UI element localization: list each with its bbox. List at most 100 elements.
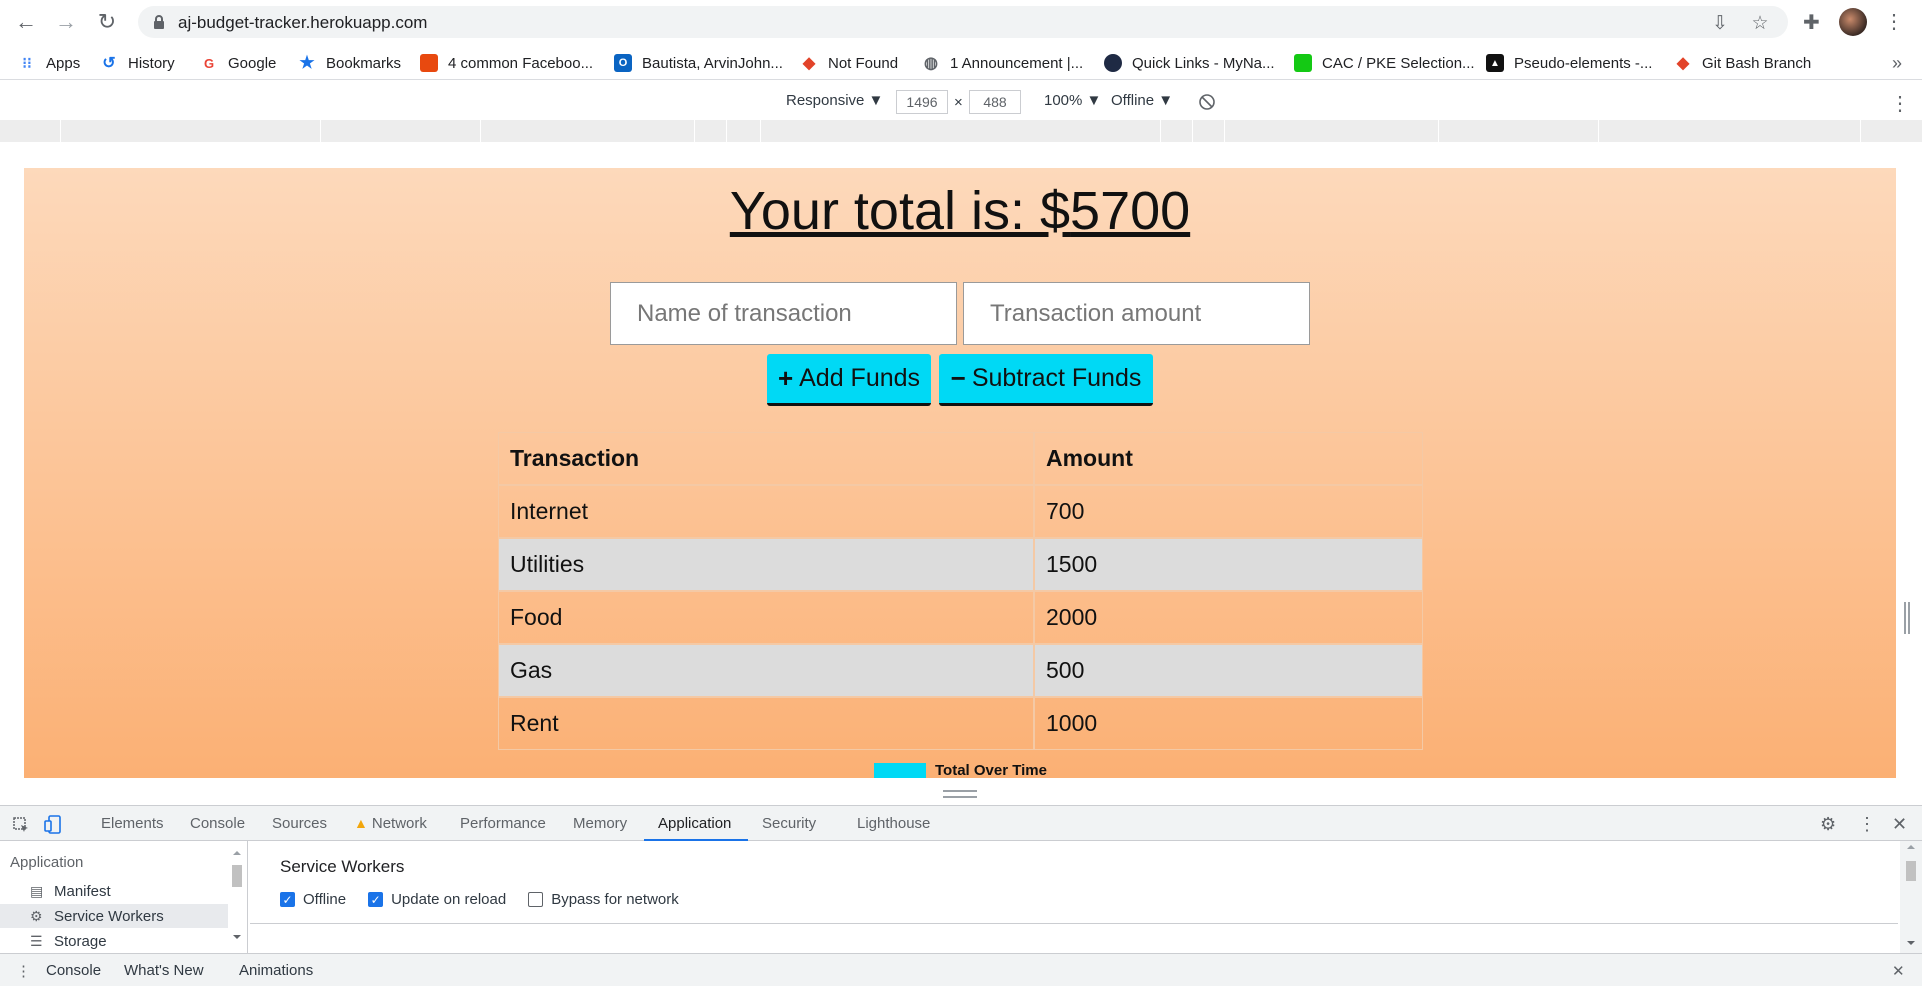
- transaction-name-cell: Internet: [498, 485, 1034, 538]
- subtract-funds-button[interactable]: − Subtract Funds: [939, 354, 1153, 406]
- drawer-menu-icon[interactable]: ⋮: [16, 962, 31, 980]
- bookmark-label: 4 common Faceboo...: [448, 54, 594, 72]
- update-on-reload-option[interactable]: ✓ Update on reload: [368, 891, 506, 908]
- sidebar-heading: Application: [10, 854, 84, 871]
- transaction-name-cell: Gas: [498, 644, 1034, 697]
- bookmark-label: Google: [228, 54, 277, 72]
- viewport-height-resize-handle[interactable]: [943, 790, 977, 798]
- bookmark-label: History: [128, 54, 175, 72]
- tab-console[interactable]: Console: [190, 815, 245, 832]
- sidebar-item-label: Service Workers: [54, 907, 164, 925]
- bookmarks-bar: ⁝⁝ Apps ↺ History G Google ★ Bookmarks 4…: [0, 44, 1922, 80]
- sidebar-item-label: Manifest: [54, 882, 111, 900]
- tab-lighthouse[interactable]: Lighthouse: [857, 815, 930, 832]
- tab-performance[interactable]: Performance: [460, 815, 546, 832]
- bookmark-star-icon[interactable]: ☆: [1750, 13, 1770, 34]
- bookmark-quick-links[interactable]: Quick Links - MyNa...: [1104, 52, 1275, 74]
- drawer-tab-console[interactable]: Console: [46, 962, 101, 979]
- browser-menu-icon[interactable]: ⋮: [1884, 9, 1904, 34]
- apps-grid-icon: ⁝⁝: [22, 55, 32, 72]
- media-query-ruler[interactable]: [0, 120, 1922, 142]
- tab-network[interactable]: ▲ Network: [354, 815, 427, 832]
- globe-icon: ◍: [924, 55, 938, 72]
- offline-checkbox[interactable]: ✓: [280, 892, 295, 907]
- bypass-for-network-option[interactable]: Bypass for network: [528, 891, 679, 908]
- offline-label: Offline: [303, 891, 347, 908]
- bookmark-google[interactable]: G Google: [200, 52, 276, 74]
- tab-security[interactable]: Security: [762, 815, 816, 832]
- bookmark-git-bash[interactable]: ◆ Git Bash Branch: [1674, 52, 1811, 74]
- table-row: Utilities 1500: [498, 538, 1423, 591]
- star-icon: ★: [299, 53, 315, 72]
- offline-option[interactable]: ✓ Offline: [280, 891, 346, 908]
- total-label: Your total is: $: [729, 181, 1071, 241]
- reload-icon[interactable]: ↻: [93, 8, 121, 36]
- drawer-tab-animations[interactable]: Animations: [239, 962, 313, 979]
- total-value: 5700: [1070, 181, 1191, 241]
- database-icon: ☰: [30, 932, 43, 949]
- more-bookmarks-button[interactable]: »: [1892, 53, 1902, 74]
- chart-legend[interactable]: Total Over Time: [874, 762, 1047, 778]
- device-toggle-icon[interactable]: [44, 815, 62, 835]
- extensions-icon[interactable]: ✚: [1803, 10, 1820, 35]
- sidebar-item-storage[interactable]: ☰ Storage: [0, 929, 228, 953]
- bookmark-label: Bautista, ArvinJohn...: [642, 54, 783, 72]
- tab-elements[interactable]: Elements: [101, 815, 164, 832]
- browser-toolbar: ← → ↻ aj-budget-tracker.herokuapp.com ⇩ …: [0, 0, 1922, 44]
- inspect-element-icon[interactable]: [12, 816, 30, 834]
- viewport-width-input[interactable]: 1496: [896, 90, 948, 114]
- service-workers-title: Service Workers: [280, 857, 405, 876]
- profile-avatar[interactable]: [1839, 8, 1867, 36]
- bookmark-apps[interactable]: ⁝⁝ Apps: [18, 52, 80, 74]
- transaction-amount-cell: 1500: [1034, 538, 1423, 591]
- devtools-menu-icon[interactable]: ⋮: [1858, 814, 1876, 835]
- bookmark-not-found[interactable]: ◆ Not Found: [800, 52, 898, 74]
- sidebar-item-service-workers[interactable]: ⚙ Service Workers: [0, 904, 228, 928]
- bookmark-bookmarks[interactable]: ★ Bookmarks: [298, 52, 401, 74]
- panel-scrollbar[interactable]: [1900, 841, 1922, 953]
- bookmark-label: Not Found: [828, 54, 899, 72]
- tab-memory[interactable]: Memory: [573, 815, 627, 832]
- transaction-name-input[interactable]: [610, 282, 957, 345]
- devtools-panel: Application ▤ Manifest ⚙ Service Workers…: [0, 841, 1922, 953]
- forward-icon[interactable]: →: [52, 8, 80, 36]
- gitlab-icon: ◆: [1676, 55, 1690, 72]
- transaction-name-cell: Utilities: [498, 538, 1034, 591]
- table-row: Food 2000: [498, 591, 1423, 644]
- device-mode-select[interactable]: Responsive ▼: [786, 92, 883, 109]
- drawer-tab-whats-new[interactable]: What's New: [124, 962, 204, 979]
- throttle-select[interactable]: Offline ▼: [1111, 92, 1173, 109]
- transaction-amount-cell: 500: [1034, 644, 1423, 697]
- bookmark-label: Pseudo-elements -...: [1514, 54, 1653, 72]
- settings-gear-icon[interactable]: ⚙: [1820, 814, 1836, 835]
- sidebar-scrollbar[interactable]: [230, 847, 244, 943]
- rotate-icon[interactable]: [1198, 93, 1216, 111]
- bookmark-cac[interactable]: CAC / PKE Selection...: [1294, 52, 1475, 74]
- device-toolbar: Responsive ▼ 1496 × 488 100% ▼ Offline ▼…: [0, 84, 1922, 118]
- bookmark-history[interactable]: ↺ History: [100, 52, 175, 74]
- tab-application[interactable]: Application: [658, 815, 731, 832]
- bookmark-announcement[interactable]: ◍ 1 Announcement |...: [922, 52, 1083, 74]
- gitlab-icon: ◆: [802, 55, 816, 72]
- add-funds-button[interactable]: + Add Funds: [767, 354, 931, 406]
- lock-icon: [154, 15, 164, 29]
- bookmark-pseudo-elements[interactable]: ▲ Pseudo-elements -...: [1486, 52, 1652, 74]
- add-funds-label: Add Funds: [799, 364, 921, 392]
- zoom-select[interactable]: 100% ▼: [1044, 92, 1101, 109]
- bookmark-facebook[interactable]: 4 common Faceboo...: [420, 52, 593, 74]
- tab-sources[interactable]: Sources: [272, 815, 327, 832]
- sidebar-item-manifest[interactable]: ▤ Manifest: [0, 879, 228, 903]
- warning-icon: ▲: [354, 815, 368, 831]
- close-devtools-icon[interactable]: ✕: [1892, 814, 1907, 835]
- device-toolbar-menu-icon[interactable]: ⋮: [1890, 91, 1910, 116]
- transaction-amount-input[interactable]: [963, 282, 1310, 345]
- update-on-reload-checkbox[interactable]: ✓: [368, 892, 384, 907]
- bookmark-outlook[interactable]: O Bautista, ArvinJohn...: [614, 52, 783, 74]
- viewport-width-resize-handle[interactable]: [1904, 602, 1910, 634]
- back-icon[interactable]: ←: [12, 8, 40, 36]
- close-drawer-icon[interactable]: ✕: [1892, 962, 1905, 980]
- bypass-for-network-checkbox[interactable]: [528, 892, 544, 907]
- viewport-height-input[interactable]: 488: [969, 90, 1021, 114]
- address-bar[interactable]: aj-budget-tracker.herokuapp.com ⇩ ☆: [138, 6, 1788, 38]
- install-app-icon[interactable]: ⇩: [1710, 13, 1730, 34]
